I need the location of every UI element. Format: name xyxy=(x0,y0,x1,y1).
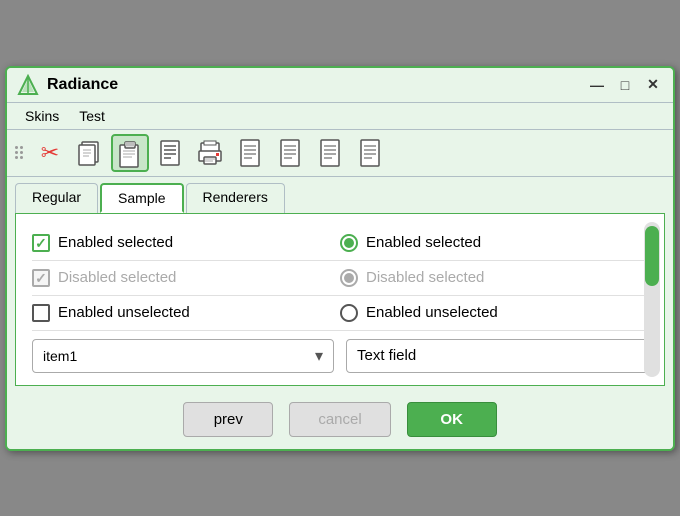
format-icon xyxy=(157,138,183,168)
doc-text-icon-4 xyxy=(357,138,383,168)
paste-button[interactable] xyxy=(111,134,149,172)
controls-row: item1 ▾ xyxy=(32,331,648,373)
doc-text-button-1[interactable] xyxy=(231,134,269,172)
printer-icon xyxy=(196,139,224,167)
content-panel: Enabled selected Enabled selected Disabl… xyxy=(15,213,665,386)
menu-bar: Skins Test xyxy=(7,103,673,130)
format-button[interactable] xyxy=(151,134,189,172)
grip-dot xyxy=(20,146,23,149)
doc-text-icon-3 xyxy=(317,138,343,168)
tab-regular[interactable]: Regular xyxy=(15,183,98,213)
paste-icon xyxy=(116,137,144,169)
check-col-1-1: Enabled selected xyxy=(32,234,340,252)
grip-dot xyxy=(15,156,18,159)
check-row-1: Enabled selected Enabled selected xyxy=(32,226,648,261)
cut-button[interactable]: ✂ xyxy=(31,134,69,172)
title-bar: Radiance — □ ✕ xyxy=(7,68,673,103)
radio-disabled-selected xyxy=(340,269,358,287)
check-row-2: Disabled selected Disabled selected xyxy=(32,261,648,296)
checkbox-disabled-selected xyxy=(32,269,50,287)
check-col-2-2: Disabled selected xyxy=(340,269,648,287)
scrollbar[interactable] xyxy=(644,222,660,377)
radio-enabled-selected-label: Enabled selected xyxy=(366,234,481,251)
check-col-3-2: Enabled unselected xyxy=(340,304,648,322)
dropdown-arrow-icon: ▾ xyxy=(315,346,323,366)
copy-icon xyxy=(76,138,104,168)
ok-button[interactable]: OK xyxy=(407,402,497,437)
menu-test[interactable]: Test xyxy=(69,105,115,127)
checkbox-enabled-unselected-label: Enabled unselected xyxy=(58,304,190,321)
checkbox-enabled-selected-label: Enabled selected xyxy=(58,234,173,251)
doc-text-button-3[interactable] xyxy=(311,134,349,172)
cancel-button[interactable]: cancel xyxy=(289,402,390,437)
maximize-button[interactable]: □ xyxy=(615,75,635,95)
dropdown-item[interactable]: item1 ▾ xyxy=(32,339,334,373)
doc-text-button-4[interactable] xyxy=(351,134,389,172)
checkbox-enabled-selected[interactable] xyxy=(32,234,50,252)
print-button[interactable] xyxy=(191,134,229,172)
tab-renderers[interactable]: Renderers xyxy=(186,183,285,213)
check-col-3-1: Enabled unselected xyxy=(32,304,340,322)
check-row-3: Enabled unselected Enabled unselected xyxy=(32,296,648,331)
doc-text-button-2[interactable] xyxy=(271,134,309,172)
menu-skins[interactable]: Skins xyxy=(15,105,69,127)
checkbox-disabled-selected-label: Disabled selected xyxy=(58,269,176,286)
check-col-2-1: Disabled selected xyxy=(32,269,340,287)
grip-dot xyxy=(20,151,23,154)
grip-dot xyxy=(15,151,18,154)
radio-disabled-selected-label: Disabled selected xyxy=(366,269,484,286)
dropdown-value: item1 xyxy=(43,348,77,364)
text-field-input[interactable] xyxy=(346,339,648,373)
toolbar-grip xyxy=(13,146,25,159)
radio-enabled-selected[interactable] xyxy=(340,234,358,252)
checkbox-enabled-unselected[interactable] xyxy=(32,304,50,322)
window-controls: — □ ✕ xyxy=(587,75,663,95)
radio-enabled-unselected-label: Enabled unselected xyxy=(366,304,498,321)
scrollbar-thumb[interactable] xyxy=(645,226,659,286)
grip-dot xyxy=(15,146,18,149)
content-inner: Enabled selected Enabled selected Disabl… xyxy=(32,226,648,373)
toolbar: ✂ xyxy=(7,130,673,177)
tab-bar: Regular Sample Renderers xyxy=(7,177,673,213)
close-button[interactable]: ✕ xyxy=(643,75,663,95)
check-col-1-2: Enabled selected xyxy=(340,234,648,252)
tab-sample[interactable]: Sample xyxy=(100,183,183,213)
copy-button[interactable] xyxy=(71,134,109,172)
button-row: prev cancel OK xyxy=(7,394,673,449)
scissors-icon: ✂ xyxy=(41,140,59,166)
grip-dot xyxy=(20,156,23,159)
main-window: Radiance — □ ✕ Skins Test xyxy=(5,66,675,451)
doc-text-icon-1 xyxy=(237,138,263,168)
radio-enabled-unselected[interactable] xyxy=(340,304,358,322)
app-logo xyxy=(17,74,39,96)
minimize-button[interactable]: — xyxy=(587,75,607,95)
app-title: Radiance xyxy=(47,76,587,94)
doc-text-icon-2 xyxy=(277,138,303,168)
prev-button[interactable]: prev xyxy=(183,402,273,437)
